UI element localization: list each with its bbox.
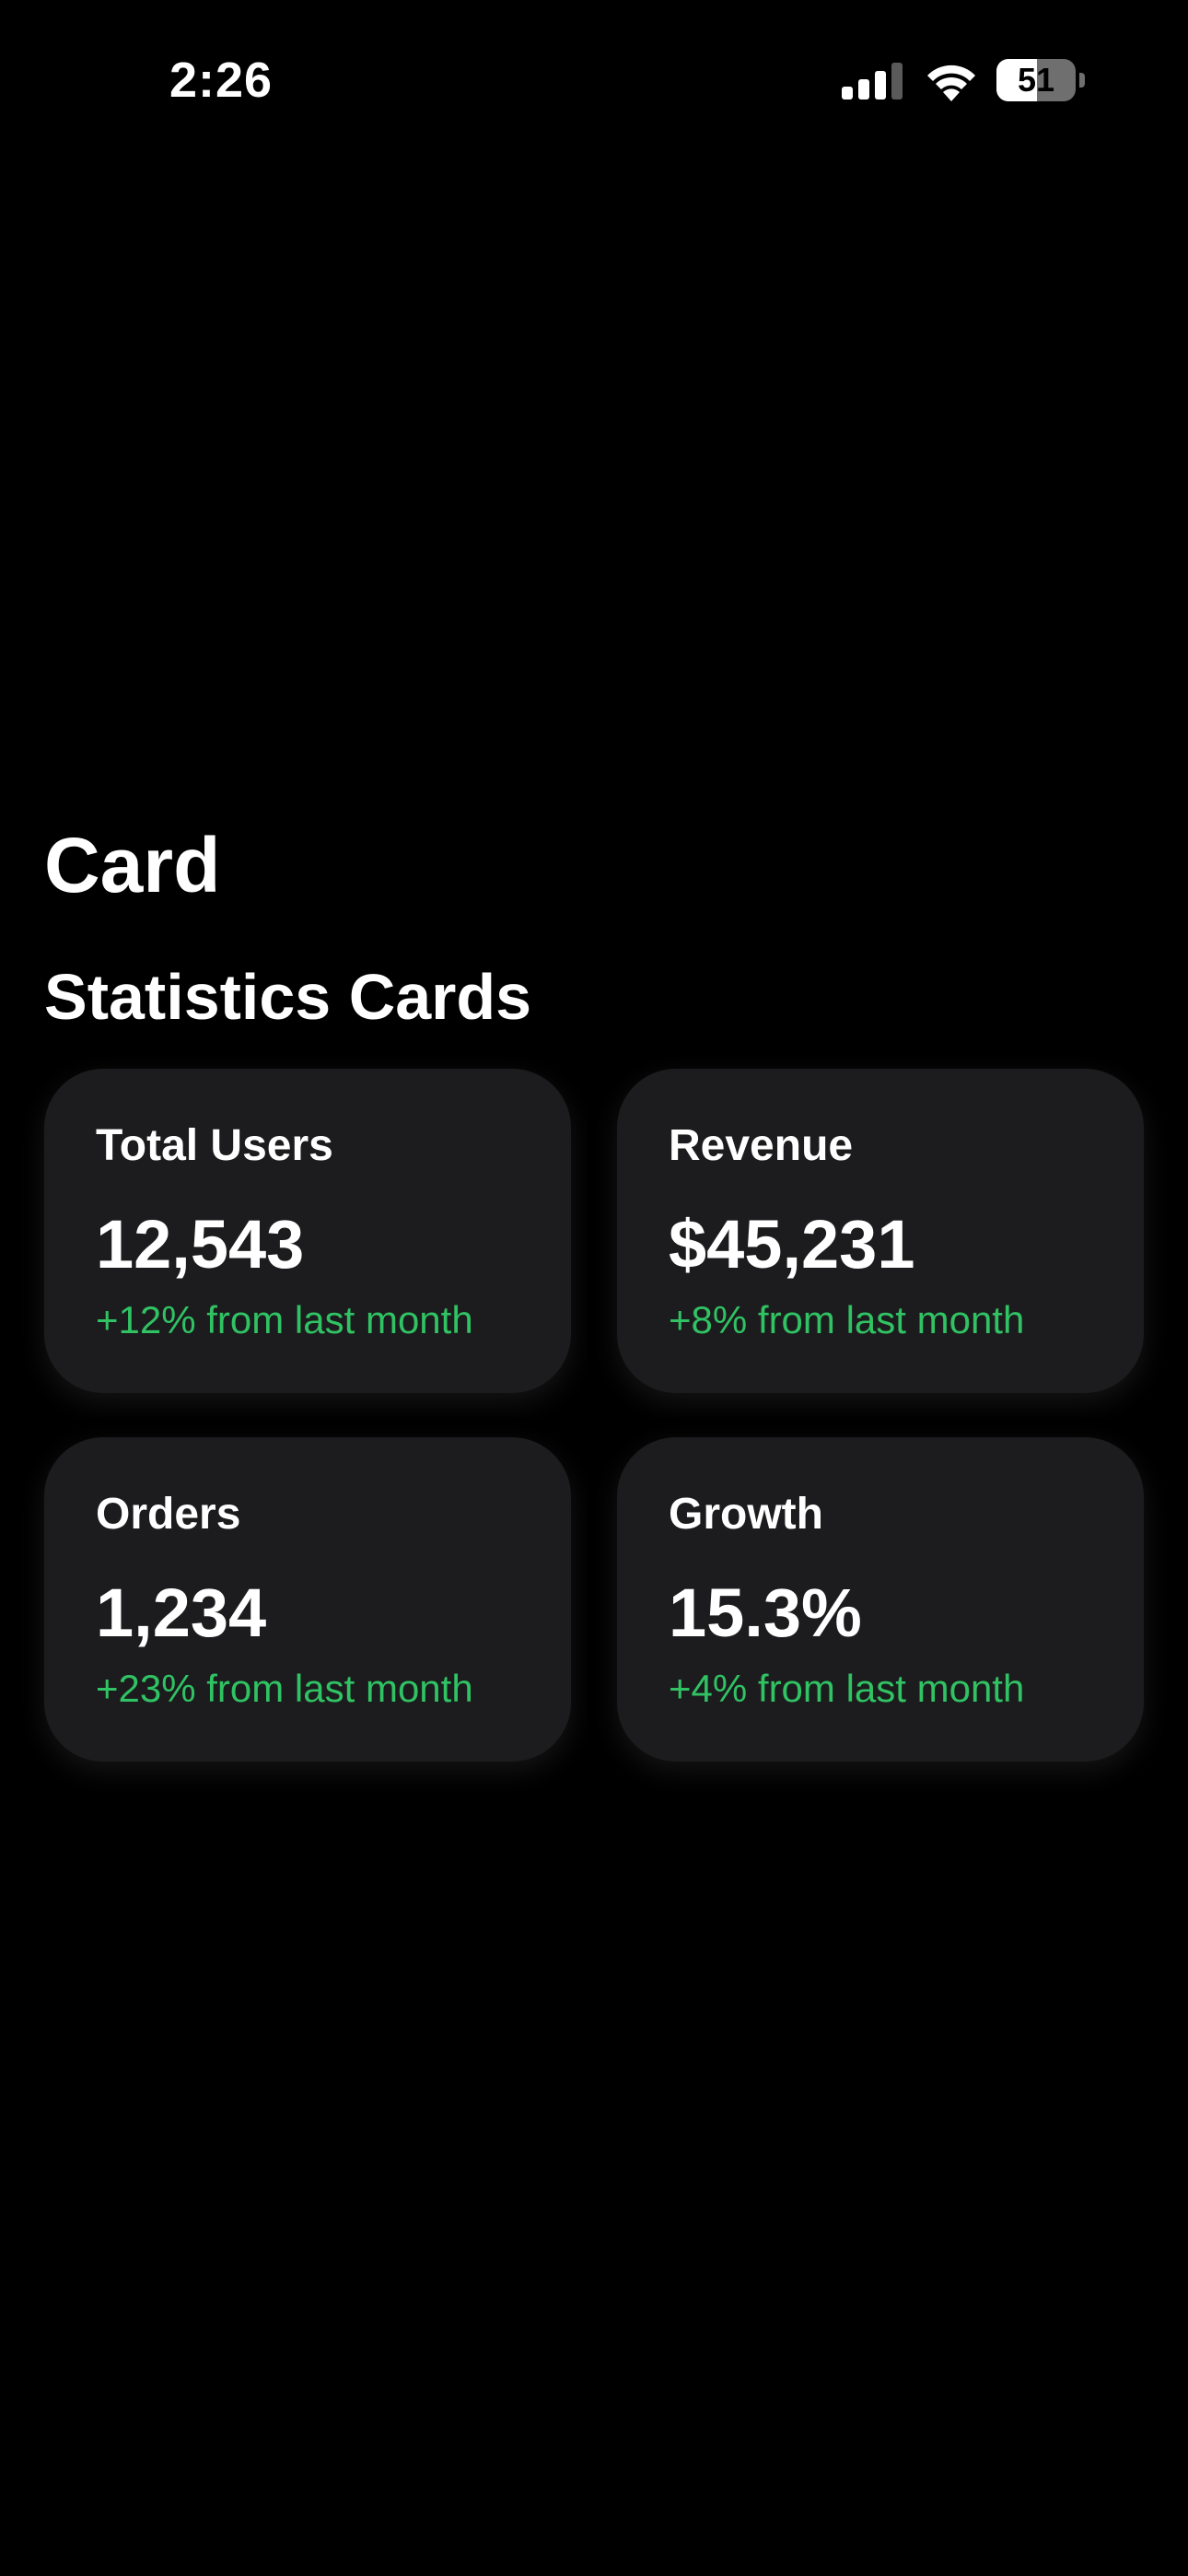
stat-card-growth[interactable]: Growth 15.3% +4% from last month [617,1437,1144,1762]
battery-cap [1079,73,1085,88]
status-time: 2:26 [169,53,274,108]
stat-card-total-users[interactable]: Total Users 12,543 +12% from last month [44,1069,571,1393]
section-title: Statistics Cards [44,961,532,1033]
card-change: +23% from last month [96,1667,473,1710]
card-label: Revenue [669,1121,854,1170]
stat-card-orders[interactable]: Orders 1,234 +23% from last month [44,1437,571,1762]
status-bar: 2:26 51 [0,0,1188,157]
wifi-icon [927,64,975,101]
card-value: 15.3% [669,1575,862,1651]
signal-icon [842,63,903,100]
card-change: +12% from last month [96,1298,473,1341]
card-label: Growth [669,1490,823,1539]
card-label: Orders [96,1490,241,1539]
card-value: 12,543 [96,1206,305,1282]
battery-level: 51 [1017,61,1055,99]
card-value: $45,231 [669,1206,915,1282]
card-label: Total Users [96,1121,333,1170]
statistics-cards-grid: Total Users 12,543 +12% from last month … [44,1069,1144,1762]
battery-body: 51 [996,59,1076,101]
stat-card-revenue[interactable]: Revenue $45,231 +8% from last month [617,1069,1144,1393]
page-title: Card [44,822,221,908]
card-value: 1,234 [96,1575,267,1651]
card-change: +8% from last month [669,1298,1025,1341]
card-change: +4% from last month [669,1667,1025,1710]
battery-icon: 51 [996,59,1085,101]
